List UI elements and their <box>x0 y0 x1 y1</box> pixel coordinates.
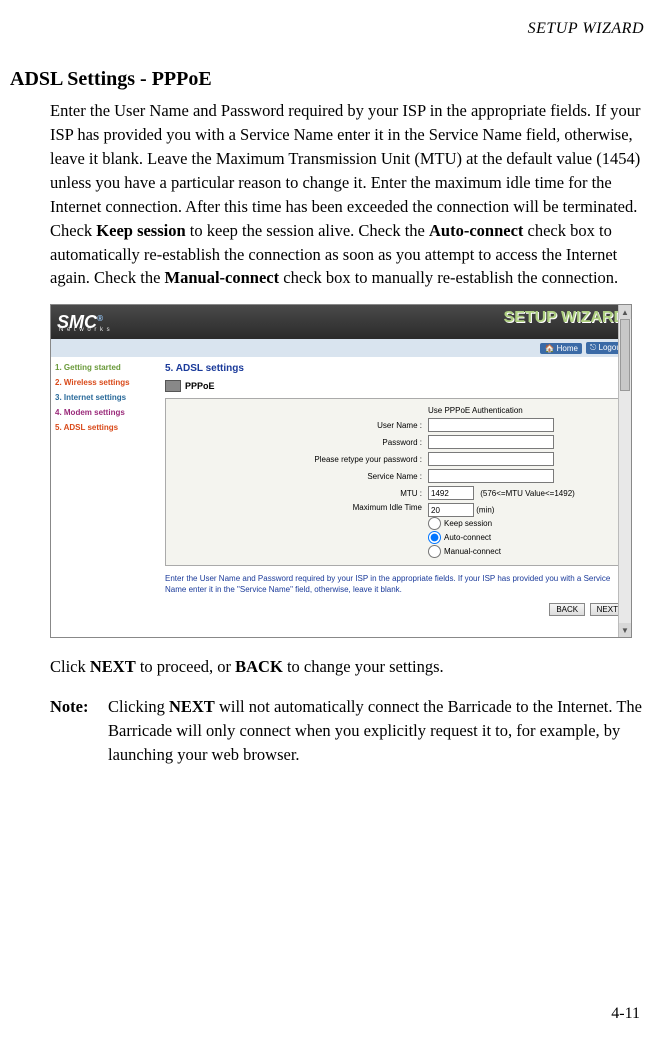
helper-text: Enter the User Name and Password require… <box>165 574 625 595</box>
sidebar-step-5[interactable]: 5. ADSL settings <box>55 423 155 432</box>
page-number: 4-11 <box>611 1005 640 1023</box>
screenshot-toolbar: 🏠 Home ⎋ Logout <box>51 339 631 357</box>
mtu-input[interactable] <box>428 486 474 500</box>
retype-input[interactable] <box>428 452 554 466</box>
page-header: SETUP WIZARD <box>10 20 644 38</box>
after-paragraph: Click NEXT to proceed, or BACK to change… <box>50 655 644 679</box>
user-input[interactable] <box>428 418 554 432</box>
screenshot-content: 5. ADSL settings PPPoE Use PPPoE Authent… <box>159 357 631 637</box>
screenshot-topbar: SMC® N e t w o r k s SETUP WIZARD <box>51 305 631 339</box>
sidebar-step-1[interactable]: 1. Getting started <box>55 363 155 372</box>
intro-paragraph: Enter the User Name and Password require… <box>50 99 644 290</box>
wizard-sidebar: 1. Getting started 2. Wireless settings … <box>51 357 159 637</box>
mtu-hint: (576<=MTU Value<=1492) <box>480 489 575 498</box>
idle-input[interactable] <box>428 503 474 517</box>
screenshot-body: 1. Getting started 2. Wireless settings … <box>51 357 631 637</box>
modem-icon <box>165 380 181 392</box>
sidebar-step-2[interactable]: 2. Wireless settings <box>55 378 155 387</box>
retype-label: Please retype your password : <box>242 455 428 464</box>
wizard-label: SETUP WIZARD <box>504 309 625 327</box>
scroll-thumb[interactable] <box>620 319 630 391</box>
scroll-up-arrow[interactable]: ▲ <box>619 305 631 319</box>
scrollbar[interactable]: ▲ ▼ <box>618 305 631 637</box>
scroll-down-arrow[interactable]: ▼ <box>619 623 631 637</box>
note-row: Note: Clicking NEXT will not automatical… <box>50 695 644 767</box>
section-title: ADSL Settings - PPPoE <box>10 68 644 91</box>
idle-label: Maximum Idle Time <box>242 503 428 512</box>
password-label: Password : <box>242 438 428 447</box>
service-input[interactable] <box>428 469 554 483</box>
logo-subtext: N e t w o r k s <box>59 327 111 333</box>
sidebar-step-4[interactable]: 4. Modem settings <box>55 408 155 417</box>
manual-connect-radio[interactable] <box>428 545 441 558</box>
user-label: User Name : <box>242 421 428 430</box>
embedded-screenshot: SMC® N e t w o r k s SETUP WIZARD 🏠 Home… <box>50 304 632 638</box>
idle-unit: (min) <box>476 506 494 515</box>
button-row: BACK NEXT <box>165 603 625 616</box>
password-input[interactable] <box>428 435 554 449</box>
note-body: Clicking NEXT will not automatically con… <box>108 695 644 767</box>
pppoe-line: PPPoE <box>165 380 625 392</box>
content-heading: 5. ADSL settings <box>165 363 625 374</box>
sidebar-step-3[interactable]: 3. Internet settings <box>55 393 155 402</box>
service-label: Service Name : <box>242 472 428 481</box>
auto-connect-radio[interactable] <box>428 531 441 544</box>
back-button[interactable]: BACK <box>549 603 585 616</box>
mtu-label: MTU : <box>242 489 428 498</box>
form-area: Use PPPoE Authentication User Name : Pas… <box>165 398 625 566</box>
home-button[interactable]: 🏠 Home <box>540 343 582 354</box>
keep-session-radio[interactable] <box>428 517 441 530</box>
auth-heading-row: Use PPPoE Authentication <box>172 406 618 415</box>
note-label: Note: <box>50 695 108 767</box>
